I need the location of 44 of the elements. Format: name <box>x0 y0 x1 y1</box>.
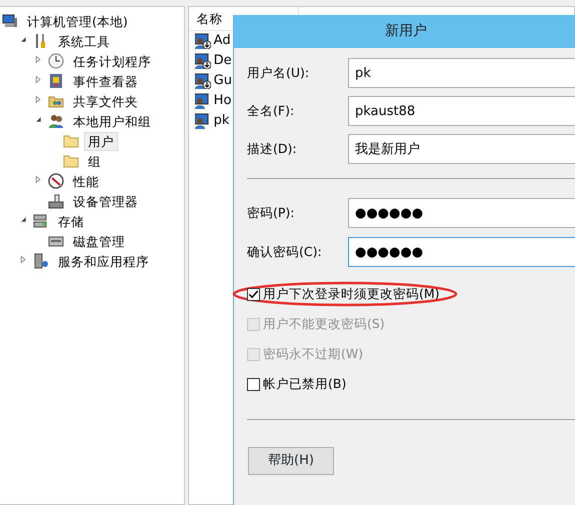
input-field[interactable]: pkaust88 <box>348 96 575 126</box>
computer-icon <box>2 13 18 29</box>
checkbox-label: 用户不能更改密码(S) <box>263 314 385 333</box>
storage-icon <box>33 213 49 229</box>
input-field[interactable]: pk <box>348 58 575 88</box>
tree-item[interactable]: 设备管理器 <box>69 192 142 210</box>
tree-item[interactable]: 服务和应用程序 <box>54 252 153 270</box>
tree-item[interactable]: 性能 <box>69 172 103 190</box>
tree-item[interactable]: 磁盘管理 <box>69 232 129 250</box>
user-name[interactable]: pk <box>214 111 230 131</box>
check-icon <box>248 288 259 300</box>
tree-item[interactable]: 存储 <box>54 212 88 230</box>
user-name[interactable]: Ho <box>214 91 232 111</box>
checkbox[interactable] <box>247 288 260 300</box>
clock-icon <box>48 53 64 69</box>
folder-icon <box>63 133 79 149</box>
field-label: 确认密码(C): <box>247 242 323 261</box>
tree-item[interactable]: 事件查看器 <box>69 72 142 90</box>
users-icon <box>48 113 64 129</box>
tree-item[interactable]: 计算机管理(本地) <box>23 12 132 30</box>
tree-item[interactable]: 共享文件夹 <box>69 92 142 110</box>
help-button[interactable]: 帮助(H) <box>248 447 334 475</box>
tree-item[interactable]: 组 <box>84 152 105 170</box>
field-label: 全名(F): <box>247 102 296 120</box>
folder-icon <box>63 153 79 169</box>
field-label: 描述(D): <box>247 140 298 158</box>
input-field[interactable]: ●●●●●● <box>348 198 575 228</box>
gauge-icon <box>48 173 64 189</box>
checkbox-label: 帐户已禁用(B) <box>263 374 346 393</box>
checkbox-label: 密码永不过期(W) <box>263 344 364 363</box>
tree-item[interactable]: 系统工具 <box>54 32 114 50</box>
log-icon <box>48 73 64 89</box>
checkbox[interactable] <box>247 378 260 390</box>
field-label: 用户名(U): <box>247 64 310 82</box>
checkbox-label: 用户下次登录时须更改密码(M) <box>263 284 440 303</box>
tree-item[interactable]: 用户 <box>84 132 118 150</box>
device-icon <box>48 193 64 209</box>
tree-item[interactable]: 本地用户和组 <box>69 112 155 130</box>
services-icon <box>33 253 49 269</box>
tree-item[interactable]: 任务计划程序 <box>69 52 155 70</box>
input-field[interactable]: 我是新用户 <box>348 134 575 164</box>
dialog-title: 新用户 <box>234 15 575 48</box>
field-label: 密码(P): <box>247 204 296 222</box>
input-field[interactable]: ●●●●●● <box>348 237 575 267</box>
